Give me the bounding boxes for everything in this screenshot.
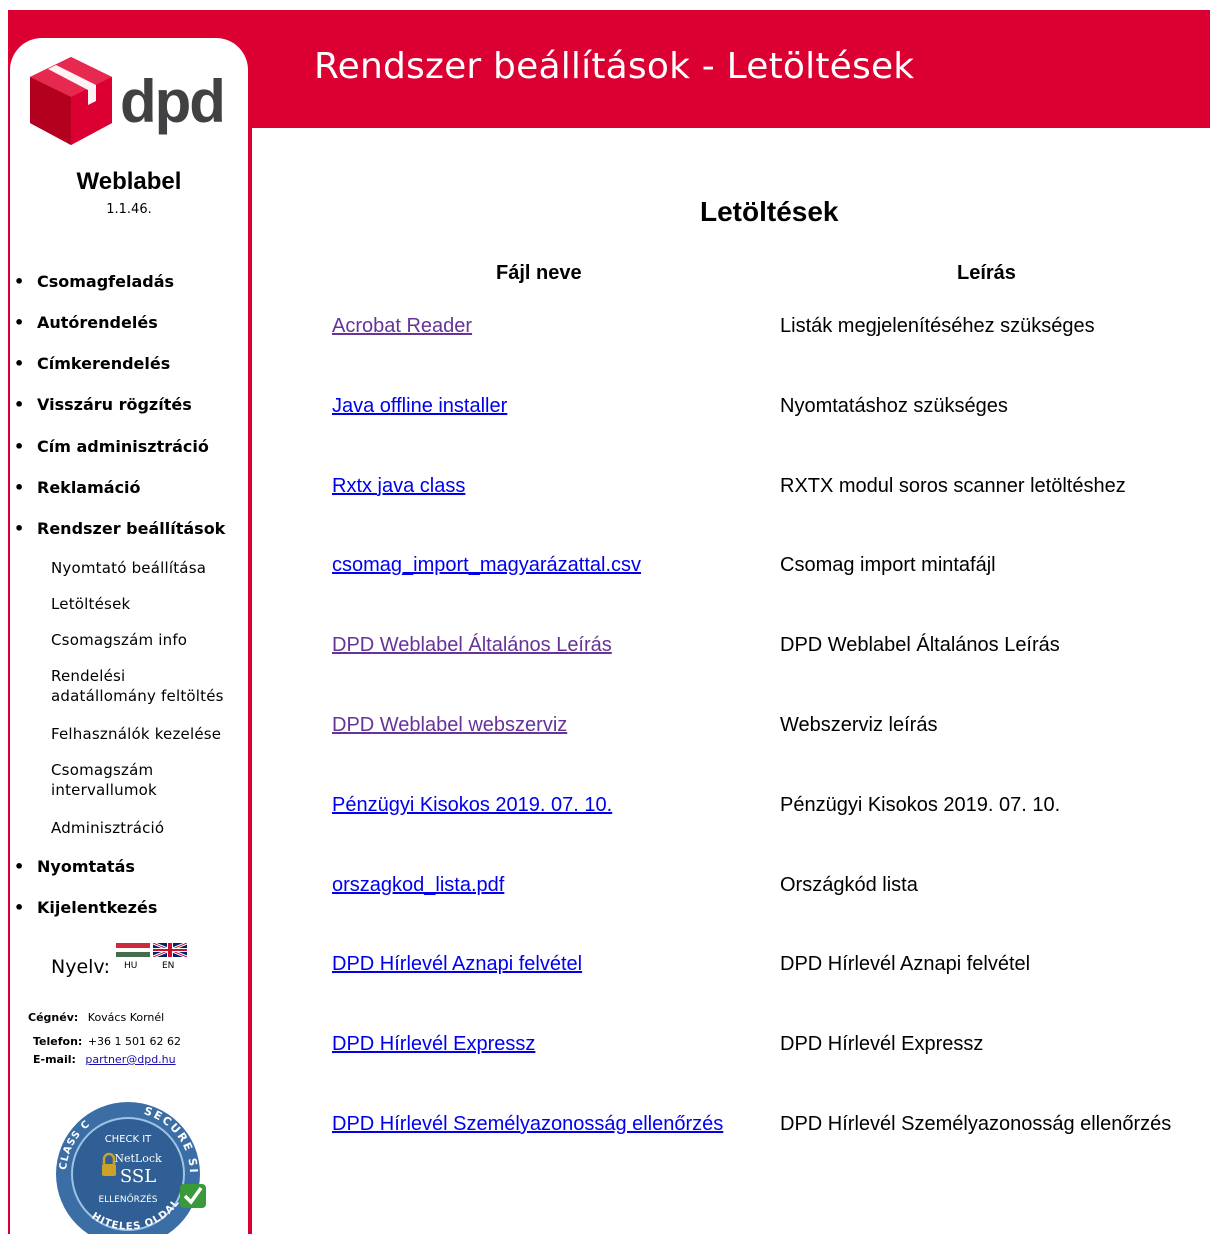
download-link[interactable]: DPD Hírlevél Aznapi felvétel [332,953,582,976]
download-row: DPD Weblabel webszerviz Webszerviz leírás [0,714,1210,744]
column-header-file: Fájl neve [496,262,582,284]
download-link[interactable]: csomag_import_magyarázattal.csv [332,554,641,577]
nav-item-rendszer-beallitasok[interactable]: • Rendszer beállítások [14,519,225,538]
download-row: Pénzügyi Kisokos 2019. 07. 10. Pénzügyi K… [0,794,1210,824]
nav-item-label: Cím adminisztráció [37,437,209,456]
download-link[interactable]: DPD Hírlevél Expressz [332,1033,535,1056]
downloads-title: Letöltések [700,196,839,227]
download-description: DPD Hírlevél Expressz [780,1033,984,1056]
dpd-logo-text: dpd [120,68,226,135]
nav-item-label: Rendszer beállítások [37,519,226,538]
download-row: csomag_import_magyarázattal.csv Csomag im… [0,554,1210,584]
download-description: Csomag import mintafájl [780,554,996,577]
download-description: Nyomtatáshoz szükséges [780,394,1008,417]
svg-text:ELLENŐRZÉS: ELLENŐRZÉS [98,1193,157,1205]
download-description: RXTX modul soros scanner letöltéshez [780,474,1126,497]
company-name-row: Cégnév: Kovács Kornél [28,1011,164,1024]
download-link[interactable]: Rxtx java class [332,475,465,498]
download-link[interactable]: Java offline installer [332,395,507,418]
download-row: Java offline installer Nyomtatáshoz szüks… [0,395,1210,425]
download-description: Pénzügyi Kisokos 2019. 07. 10. [780,793,1061,816]
download-description: DPD Weblabel Általános Leírás [780,634,1060,657]
column-header-description: Leírás [957,262,1016,284]
page-title: Rendszer beállítások - Letöltések [314,46,915,87]
subnav-letoltesek[interactable]: Letöltések [51,594,241,614]
download-row: DPD Hírlevél Expressz DPD Hírlevél Expres… [0,1033,1210,1063]
dpd-cube-icon [30,57,112,145]
download-row: Acrobat Reader Listák megjelenítéséhez sz… [0,315,1210,345]
nav-item-cimkerendeles[interactable]: • Címkerendelés [14,354,170,373]
company-name-label: Cégnév: [28,1011,79,1024]
download-description: DPD Hírlevél Személyazonosság ellenőrzés [780,1113,1172,1135]
download-link[interactable]: DPD Hírlevél Személyazonosság ellenőrzés [332,1113,723,1136]
download-description: DPD Hírlevél Aznapi felvétel [780,953,1031,976]
app-version: 1.1.46. [106,202,152,217]
company-name-value: Kovács Kornél [87,1011,165,1024]
nav-item-label: Csomagfeladás [37,272,175,291]
download-link[interactable]: Acrobat Reader [332,315,472,338]
download-row: DPD Hírlevél Személyazonosság ellenőrzés… [0,1113,1210,1143]
download-row: DPD Hírlevél Aznapi felvétel DPD Hírlevél… [0,953,1210,983]
nav-item-csomagfeladas[interactable]: • Csomagfeladás [14,272,174,291]
nav-item-cim-admin[interactable]: • Cím adminisztráció [14,437,209,456]
download-row: orszagkod_lista.pdf Országkód lista [0,874,1210,904]
download-link[interactable]: orszagkod_lista.pdf [332,874,504,897]
download-link[interactable]: DPD Weblabel webszerviz [332,714,567,737]
download-description: Országkód lista [780,873,918,896]
nav-item-label: Címkerendelés [37,354,171,373]
subnav-rendelesi-adatallomany[interactable]: Rendelési adatállomány feltöltés [51,666,233,706]
main-content [252,128,1210,1234]
dpd-logo[interactable]: dpd [28,55,236,151]
svg-text:SSL: SSL [120,1166,156,1187]
download-description: Listák megjelenítéséhez szükséges [780,315,1095,337]
download-row: DPD Weblabel Általános Leírás DPD Weblabe… [0,634,1210,664]
svg-text:NetLock: NetLock [114,1152,162,1165]
download-description: Webszerviz leírás [780,714,938,736]
download-link[interactable]: Pénzügyi Kisokos 2019. 07. 10. [332,794,612,817]
app-name: Weblabel [76,168,182,195]
download-row: Rxtx java class RXTX modul soros scanner … [0,475,1210,505]
download-link[interactable]: DPD Weblabel Általános Leírás [332,634,612,657]
